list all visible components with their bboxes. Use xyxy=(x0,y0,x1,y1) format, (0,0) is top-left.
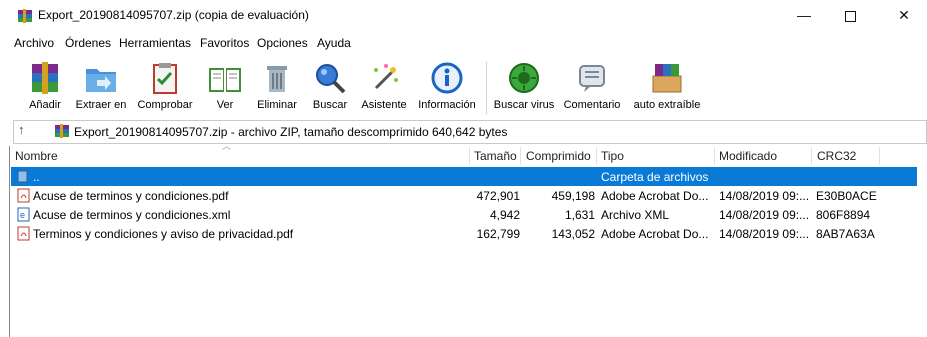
file-modified: 14/08/2019 09:... xyxy=(719,189,810,203)
window-title: Export_20190814095707.zip (copia de eval… xyxy=(38,8,309,22)
table-row[interactable]: Terminos y condiciones y aviso de privac… xyxy=(11,224,917,243)
zip-archive-icon xyxy=(55,124,69,138)
file-crc: E30B0ACE xyxy=(816,189,877,203)
table-row[interactable]: .. Carpeta de archivos xyxy=(11,167,917,186)
file-packed: 459,198 xyxy=(551,189,595,203)
file-crc: 806F8894 xyxy=(816,208,871,222)
comment-button[interactable]: Comentario xyxy=(564,58,620,116)
column-divider xyxy=(596,147,597,165)
file-type: Adobe Acrobat Do... xyxy=(601,189,709,203)
column-header-packed[interactable]: Comprimido xyxy=(526,149,591,163)
extract-folder-icon xyxy=(86,69,116,92)
table-row[interactable]: e Acuse de terminos y condiciones.xml 4,… xyxy=(11,205,917,224)
trash-icon xyxy=(267,66,287,92)
info-icon xyxy=(431,62,463,94)
add-button[interactable]: Añadir xyxy=(26,58,64,116)
menu-herramientas[interactable]: Herramientas xyxy=(119,36,191,50)
menu-favoritos[interactable]: Favoritos xyxy=(200,36,249,50)
file-size: 4,942 xyxy=(489,208,520,222)
up-one-level-button[interactable]: ↑ xyxy=(18,122,25,137)
column-header-size[interactable]: Tamaño xyxy=(474,149,517,163)
maximize-icon xyxy=(844,10,856,22)
column-divider xyxy=(469,147,470,165)
wizard-wand-icon xyxy=(374,64,398,90)
column-header-modified[interactable]: Modificado xyxy=(719,149,777,163)
virus-scan-icon xyxy=(509,63,539,93)
test-button[interactable]: Comprobar xyxy=(137,58,193,116)
column-divider xyxy=(811,147,812,165)
info-button[interactable]: Información xyxy=(418,58,476,116)
maximize-button[interactable] xyxy=(827,0,873,30)
menu-ayuda[interactable]: Ayuda xyxy=(317,36,351,50)
search-icon xyxy=(316,64,346,94)
pdf-file-icon xyxy=(17,226,30,241)
winrar-app-icon xyxy=(18,9,32,23)
comment-icon xyxy=(579,65,605,92)
comment-label: Comentario xyxy=(563,99,621,111)
svg-text:e: e xyxy=(20,210,25,220)
column-header-name[interactable]: Nombre xyxy=(15,149,58,163)
toolbar: Añadir Extraer en Comprobar Ver Eliminar… xyxy=(0,58,927,118)
find-button[interactable]: Buscar xyxy=(311,58,349,116)
virus-scan-label: Buscar virus xyxy=(493,99,555,111)
table-row[interactable]: Acuse de terminos y condiciones.pdf 472,… xyxy=(11,186,917,205)
test-clipboard-icon xyxy=(153,63,177,94)
menu-ordenes[interactable]: Órdenes xyxy=(65,36,111,50)
pdf-file-icon xyxy=(17,188,30,203)
minimize-button[interactable]: — xyxy=(781,0,827,30)
file-modified: 14/08/2019 09:... xyxy=(719,208,810,222)
virus-scan-button[interactable]: Buscar virus xyxy=(494,58,554,116)
sfx-button[interactable]: auto extraíble xyxy=(634,58,700,116)
wizard-button[interactable]: Asistente xyxy=(361,58,407,116)
view-book-icon xyxy=(209,68,241,92)
file-type: Carpeta de archivos xyxy=(601,170,709,184)
file-packed: 143,052 xyxy=(551,227,595,241)
close-button[interactable]: ✕ xyxy=(881,0,927,30)
menu-opciones[interactable]: Opciones xyxy=(257,36,308,50)
file-type: Adobe Acrobat Do... xyxy=(601,227,709,241)
xml-file-icon: e xyxy=(17,207,30,222)
file-type: Archivo XML xyxy=(601,208,670,222)
column-divider xyxy=(879,147,880,165)
sort-ascending-icon: ︿ xyxy=(222,141,232,151)
archive-path-text: Export_20190814095707.zip - archivo ZIP,… xyxy=(74,125,508,139)
file-size: 162,799 xyxy=(476,227,520,241)
info-label: Información xyxy=(418,99,476,111)
file-crc: 8AB7A63A xyxy=(816,227,875,241)
column-header-crc[interactable]: CRC32 xyxy=(817,149,856,163)
add-archive-icon xyxy=(32,62,58,94)
parent-folder-icon xyxy=(17,170,28,183)
sfx-label: auto extraíble xyxy=(633,99,701,111)
file-name: Terminos y condiciones y aviso de privac… xyxy=(33,227,294,241)
file-name: .. xyxy=(33,170,40,184)
column-divider xyxy=(714,147,715,165)
extract-to-button[interactable]: Extraer en xyxy=(76,58,126,116)
file-packed: 1,631 xyxy=(564,208,595,222)
file-size: 472,901 xyxy=(476,189,520,203)
file-modified: 14/08/2019 09:... xyxy=(719,227,810,241)
file-name: Acuse de terminos y condiciones.pdf xyxy=(33,189,229,203)
column-divider xyxy=(520,147,521,165)
menu-archivo[interactable]: Archivo xyxy=(14,36,54,50)
file-name: Acuse de terminos y condiciones.xml xyxy=(33,208,231,222)
title-bar: Export_20190814095707.zip (copia de eval… xyxy=(0,0,927,30)
column-header-type[interactable]: Tipo xyxy=(601,149,624,163)
sfx-box-icon xyxy=(652,64,682,93)
